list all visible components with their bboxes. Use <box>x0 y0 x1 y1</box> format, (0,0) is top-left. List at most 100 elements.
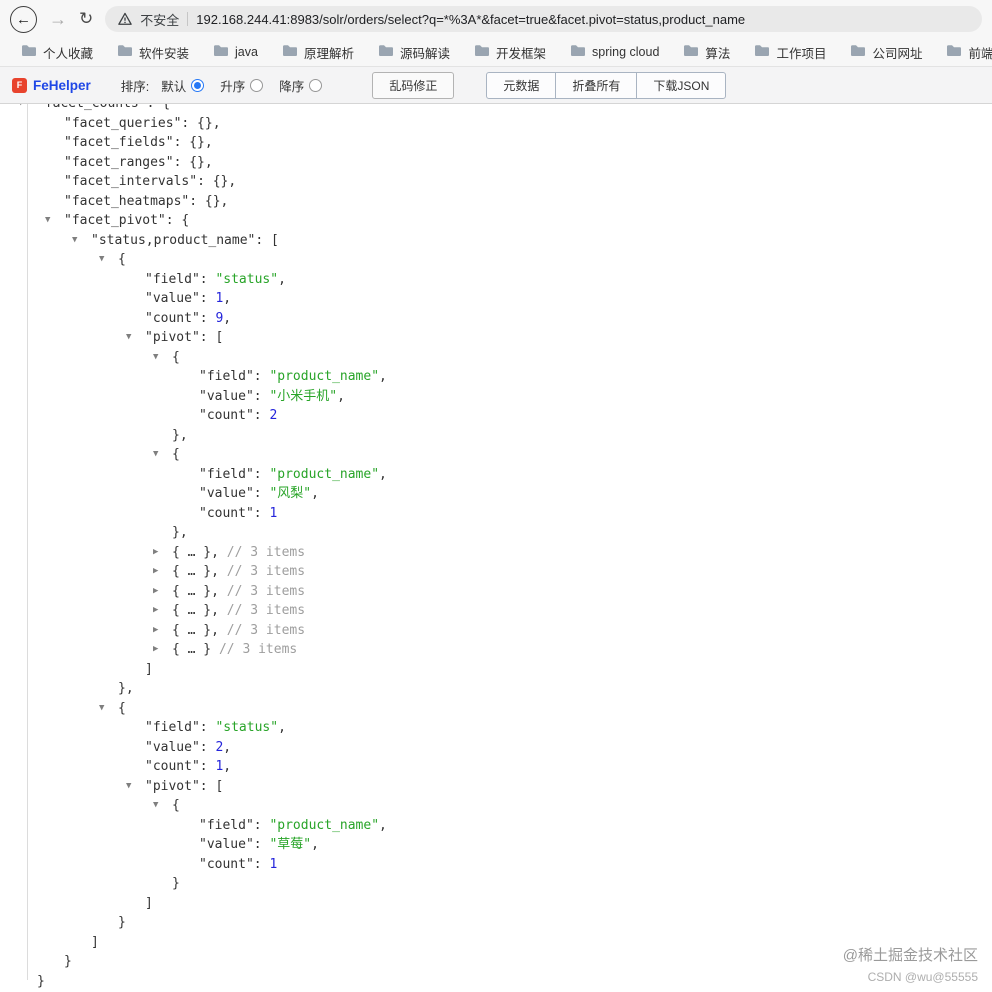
bookmark-item[interactable]: 原理解析 <box>273 40 363 65</box>
folder-icon <box>754 44 770 60</box>
bookmark-item[interactable]: 算法 <box>674 40 739 65</box>
json-line: } <box>37 973 45 989</box>
collapse-toggle-icon[interactable]: ▼ <box>99 250 104 270</box>
collapse-toggle-icon[interactable]: ▼ <box>153 348 158 368</box>
folder-icon <box>378 44 394 60</box>
json-line: "count": 1 <box>199 505 278 521</box>
refresh-button[interactable]: ↻ <box>79 9 93 29</box>
bookmark-label: 工作项目 <box>776 46 827 61</box>
url-text: 192.168.244.41:8983/solr/orders/select?q… <box>196 11 746 27</box>
folder-icon <box>570 44 586 60</box>
bookmark-label: 公司网址 <box>872 46 923 61</box>
json-line: "facet_fields": {}, <box>64 135 213 150</box>
json-line: ▼ "facet_pivot": { <box>0 211 992 231</box>
collapse-toggle-icon[interactable]: ▼ <box>126 328 131 348</box>
bookmark-item[interactable]: spring cloud <box>561 41 668 63</box>
expand-toggle-icon[interactable]: ▶ <box>153 582 158 602</box>
collapse-toggle-icon[interactable]: ▼ <box>45 211 50 231</box>
json-line: ] <box>145 661 153 677</box>
sort-option-label: 默认 <box>161 79 187 94</box>
radio-icon[interactable] <box>250 78 264 92</box>
json-line: ▼{ <box>0 250 992 270</box>
url-bar[interactable]: 不安全 192.168.244.41:8983/solr/orders/sele… <box>105 6 982 32</box>
fehelper-logo-icon: F <box>12 77 27 93</box>
folder-icon <box>474 44 490 60</box>
bookmark-item[interactable]: 个人收藏 <box>12 40 102 65</box>
json-line: ▼{ <box>0 348 992 368</box>
bookmark-label: 源码解读 <box>399 46 450 61</box>
collapse-all-button[interactable]: 折叠所有 <box>555 71 638 99</box>
back-button[interactable]: ← <box>10 5 37 33</box>
json-line: "facet_ranges": {}, <box>64 154 213 170</box>
bookmark-label: 软件安装 <box>139 46 190 61</box>
bookmark-label: spring cloud <box>592 45 660 59</box>
json-line: ▶{ … }, // 3 items <box>0 621 992 641</box>
json-line: }, <box>172 427 188 443</box>
expand-toggle-icon[interactable]: ▶ <box>153 601 158 621</box>
folder-icon <box>21 44 37 60</box>
download-json-button[interactable]: 下载JSON <box>636 71 727 99</box>
json-viewer: ▼"facet_counts": {"facet_queries": {}, "f… <box>0 104 992 992</box>
json-line: "field": "product_name", <box>199 817 387 833</box>
sort-option-asc[interactable]: 升序 <box>220 76 264 95</box>
json-line: ▶{ … }, // 3 items <box>0 601 992 621</box>
json-line: ] <box>145 895 153 911</box>
sort-option-default[interactable]: 默认 <box>161 76 205 95</box>
sort-option-label: 升序 <box>220 79 246 94</box>
fix-encoding-button[interactable]: 乱码修正 <box>372 71 455 99</box>
bookmarks-bar: 个人收藏 软件安装 java 原理解析 源码解读 开发框架 spring clo… <box>0 38 992 66</box>
json-line: ▼{ <box>0 699 992 719</box>
json-line: "count": 9, <box>145 310 232 326</box>
json-line: } <box>118 915 126 930</box>
folder-icon <box>213 44 229 60</box>
forward-button[interactable]: → <box>49 9 67 30</box>
omnibox-divider <box>187 12 189 26</box>
collapse-toggle-icon[interactable]: ▼ <box>153 445 158 465</box>
collapse-toggle-icon[interactable]: ▼ <box>99 699 104 719</box>
radio-icon[interactable] <box>309 78 323 92</box>
bookmark-label: 前端 <box>968 46 992 61</box>
expand-toggle-icon[interactable]: ▶ <box>153 640 158 660</box>
folder-icon <box>850 44 866 60</box>
radio-selected-icon[interactable] <box>191 78 205 92</box>
bookmark-item[interactable]: 源码解读 <box>369 40 459 65</box>
watermark-csdn: CSDN @wu@55555 <box>867 970 978 984</box>
bookmark-label: 算法 <box>705 46 731 61</box>
warning-icon <box>118 12 133 26</box>
expand-toggle-icon[interactable]: ▶ <box>153 562 158 582</box>
json-line: "facet_heatmaps": {}, <box>64 193 229 209</box>
json-tree: ▼"facet_counts": {"facet_queries": {}, "f… <box>0 104 992 991</box>
json-line: "field": "product_name", <box>199 369 387 384</box>
json-line: "facet_queries": {}, <box>64 115 221 131</box>
json-line: "count": 1 <box>199 856 278 872</box>
collapse-toggle-icon[interactable]: ▼ <box>72 231 77 251</box>
expand-toggle-icon[interactable]: ▶ <box>153 543 158 563</box>
json-line: "field": "status", <box>145 271 286 287</box>
collapse-toggle-icon[interactable]: ▼ <box>126 777 131 797</box>
bookmark-item[interactable]: 前端 <box>937 40 992 65</box>
json-line: "value": 1, <box>145 291 232 306</box>
folder-icon <box>946 44 962 60</box>
bookmark-item[interactable]: 开发框架 <box>465 40 555 65</box>
browser-toolbar: ← → ↻ 不安全 192.168.244.41:8983/solr/order… <box>0 0 992 38</box>
bookmark-label: 原理解析 <box>303 46 354 61</box>
security-label: 不安全 <box>140 12 180 28</box>
json-line: "value": "草莓", <box>199 837 319 852</box>
bookmark-item[interactable]: 工作项目 <box>745 40 835 65</box>
metadata-button[interactable]: 元数据 <box>486 71 557 99</box>
bookmark-item[interactable]: 软件安装 <box>108 40 198 65</box>
collapse-toggle-icon[interactable]: ▼ <box>153 796 158 816</box>
json-line: "field": "product_name", <box>199 466 387 482</box>
bookmark-item[interactable]: 公司网址 <box>841 40 931 65</box>
bookmark-label: 开发框架 <box>496 46 547 61</box>
collapse-toggle-icon[interactable]: ▼ <box>18 104 23 114</box>
folder-icon <box>282 44 298 60</box>
json-line: ▼ "pivot": [ <box>0 777 992 797</box>
json-line: ▼{ <box>0 445 992 465</box>
json-line: "value": 2, <box>145 739 232 755</box>
json-line: }, <box>172 525 188 540</box>
bookmark-item[interactable]: java <box>204 41 267 63</box>
sort-option-desc[interactable]: 降序 <box>279 76 323 95</box>
watermark-juejin: @稀土掘金技术社区 <box>842 947 978 964</box>
expand-toggle-icon[interactable]: ▶ <box>153 621 158 641</box>
